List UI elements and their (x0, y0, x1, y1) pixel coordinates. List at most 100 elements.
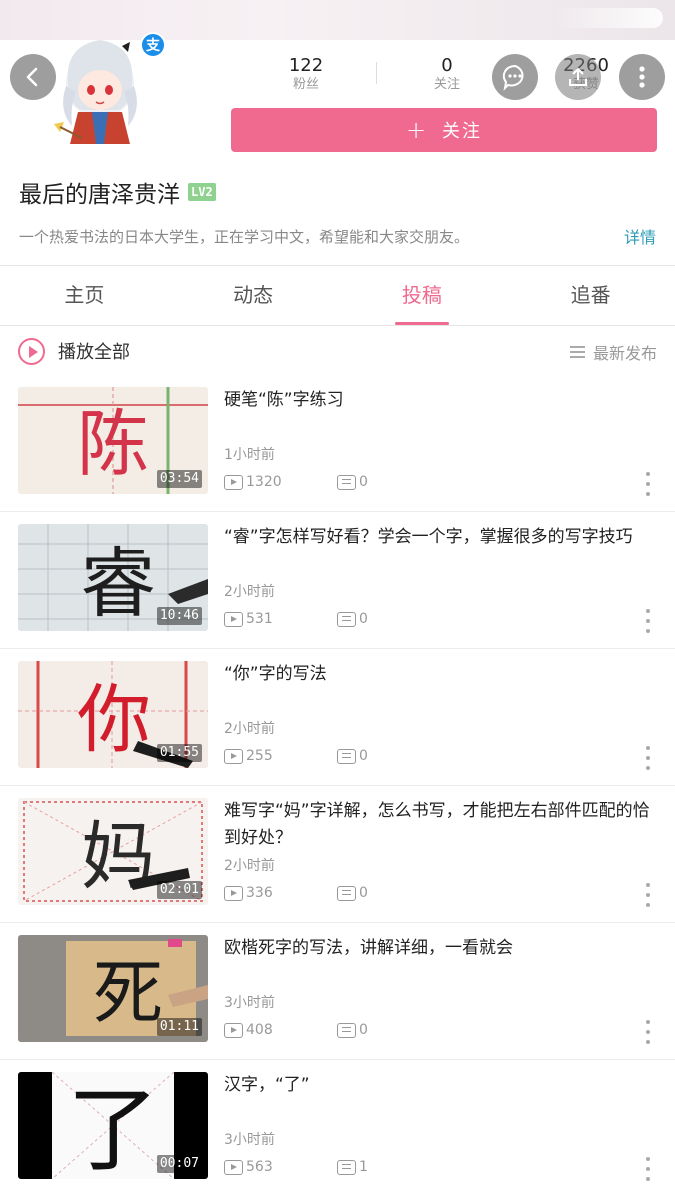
share-button[interactable] (555, 54, 601, 100)
chat-bubble-icon (502, 64, 524, 91)
profile-header: 支 122 粉丝 0 关注 2260 获赞 + 关注 (0, 0, 675, 160)
video-duration: 02:01 (156, 881, 202, 899)
video-item[interactable]: 陈 03:54 硬笔“陈”字练习 1小时前 1320 0 (0, 375, 675, 512)
username-row: 最后的唐泽贵洋 LV2 (19, 172, 216, 212)
message-button[interactable] (492, 54, 538, 100)
play-count: 255 (224, 748, 273, 764)
video-title[interactable]: 欧楷死字的写法，讲解详细，一看就会 (224, 935, 656, 962)
danmaku-count: 0 (337, 748, 368, 764)
play-count-value: 336 (246, 885, 273, 901)
danmaku-count: 0 (337, 885, 368, 901)
video-item[interactable]: 你 01:55 “你”字的写法 2小时前 255 0 (0, 649, 675, 786)
play-count-icon (224, 611, 243, 627)
video-stats: 336 0 (224, 885, 368, 901)
status-bar-area (553, 8, 663, 28)
more-vertical-icon[interactable] (645, 883, 651, 907)
stat-fans[interactable]: 122 粉丝 (251, 56, 361, 94)
tab-uploads[interactable]: 投稿 (338, 266, 507, 325)
more-vertical-icon[interactable] (645, 1020, 651, 1044)
play-count-icon (224, 1022, 243, 1038)
bio-text: 一个热爱书法的日本大学生，正在学习中文，希望能和大家交朋友。 (19, 228, 470, 246)
video-stats: 408 0 (224, 1022, 368, 1038)
danmaku-count: 0 (337, 611, 368, 627)
danmaku-count-value: 0 (359, 885, 368, 901)
video-item[interactable]: 了 00:07 汉字，“了” 3小时前 563 1 (0, 1060, 675, 1197)
stat-following[interactable]: 0 关注 (392, 56, 502, 94)
following-count: 0 (441, 55, 453, 76)
video-upload-time: 3小时前 (224, 995, 275, 1011)
danmaku-count-value: 0 (359, 474, 368, 490)
video-item[interactable]: 妈 02:01 难写字“妈”字详解，怎么书写，才能把左右部件匹配的恰到好处？ 2… (0, 786, 675, 923)
follow-button-label: 关注 (442, 121, 483, 142)
video-title[interactable]: 汉字，“了” (224, 1072, 656, 1099)
tab-activity[interactable]: 动态 (169, 266, 338, 325)
video-upload-time: 2小时前 (224, 721, 275, 737)
danmaku-count-value: 1 (359, 1159, 368, 1175)
video-title[interactable]: “睿”字怎样写好看？学会一个字，掌握很多的写字技巧 (224, 524, 656, 551)
more-vertical-icon[interactable] (645, 1157, 651, 1181)
video-stats: 563 1 (224, 1159, 368, 1175)
share-icon (569, 67, 587, 86)
play-circle-icon[interactable] (18, 338, 45, 365)
follow-button[interactable]: + 关注 (231, 108, 657, 152)
avatar[interactable]: 支 (46, 26, 166, 144)
play-all-row: 播放全部 最新发布 (0, 327, 675, 375)
tab-bangumi[interactable]: 追番 (506, 266, 675, 325)
play-count-icon (224, 748, 243, 764)
more-vertical-icon[interactable] (645, 746, 651, 770)
video-upload-time: 2小时前 (224, 858, 275, 874)
video-item[interactable]: 死 01:11 欧楷死字的写法，讲解详细，一看就会 3小时前 408 0 (0, 923, 675, 1060)
video-thumbnail[interactable]: 陈 03:54 (18, 387, 208, 494)
video-thumbnail[interactable]: 死 01:11 (18, 935, 208, 1042)
video-item[interactable]: 睿 10:46 “睿”字怎样写好看？学会一个字，掌握很多的写字技巧 2小时前 5… (0, 512, 675, 649)
thumbnail-glyph: 陈 (77, 402, 149, 486)
play-count: 408 (224, 1022, 273, 1038)
profile-tabs: 主页 动态 投稿 追番 (0, 266, 675, 326)
video-title[interactable]: “你”字的写法 (224, 661, 656, 688)
video-duration: 00:07 (156, 1155, 202, 1173)
play-count-value: 408 (246, 1022, 273, 1038)
thumbnail-glyph: 死 (93, 952, 163, 1034)
video-thumbnail[interactable]: 睿 10:46 (18, 524, 208, 631)
sort-dropdown[interactable]: 最新发布 (569, 340, 657, 364)
video-duration: 01:55 (156, 744, 202, 762)
fans-count: 122 (288, 55, 324, 76)
play-all-button[interactable]: 播放全部 (58, 338, 130, 364)
username: 最后的唐泽贵洋 (19, 182, 180, 208)
more-vertical-icon (639, 66, 645, 88)
video-upload-time: 3小时前 (224, 1132, 275, 1148)
video-title[interactable]: 硬笔“陈”字练习 (224, 387, 656, 414)
video-title[interactable]: 难写字“妈”字详解，怎么书写，才能把左右部件匹配的恰到好处？ (224, 798, 656, 852)
danmaku-count: 1 (337, 1159, 368, 1175)
sort-label: 最新发布 (592, 344, 657, 363)
video-duration: 10:46 (156, 607, 202, 625)
level-badge: LV2 (188, 183, 216, 201)
play-count: 1320 (224, 474, 282, 490)
video-thumbnail[interactable]: 妈 02:01 (18, 798, 208, 905)
more-vertical-icon[interactable] (645, 609, 651, 633)
video-stats: 531 0 (224, 611, 368, 627)
danmaku-icon (337, 1159, 356, 1175)
danmaku-count-value: 0 (359, 748, 368, 764)
danmaku-count-value: 0 (359, 611, 368, 627)
play-count-value: 1320 (246, 474, 282, 490)
play-count: 563 (224, 1159, 273, 1175)
thumbnail-glyph: 睿 (80, 539, 156, 628)
more-options-button[interactable] (619, 54, 665, 100)
danmaku-icon (337, 885, 356, 901)
more-vertical-icon[interactable] (645, 472, 651, 496)
details-link[interactable]: 详情 (624, 224, 656, 248)
video-thumbnail[interactable]: 你 01:55 (18, 661, 208, 768)
play-count-value: 255 (246, 748, 273, 764)
video-stats: 1320 0 (224, 474, 368, 490)
fans-label: 粉丝 (292, 77, 319, 92)
play-count-icon (224, 1159, 243, 1175)
play-count: 531 (224, 611, 273, 627)
video-thumbnail[interactable]: 了 00:07 (18, 1072, 208, 1179)
danmaku-count: 0 (337, 1022, 368, 1038)
tab-home[interactable]: 主页 (0, 266, 169, 325)
danmaku-icon (337, 611, 356, 627)
danmaku-icon (337, 1022, 356, 1038)
play-count-icon (224, 885, 243, 901)
danmaku-count-value: 0 (359, 1022, 368, 1038)
